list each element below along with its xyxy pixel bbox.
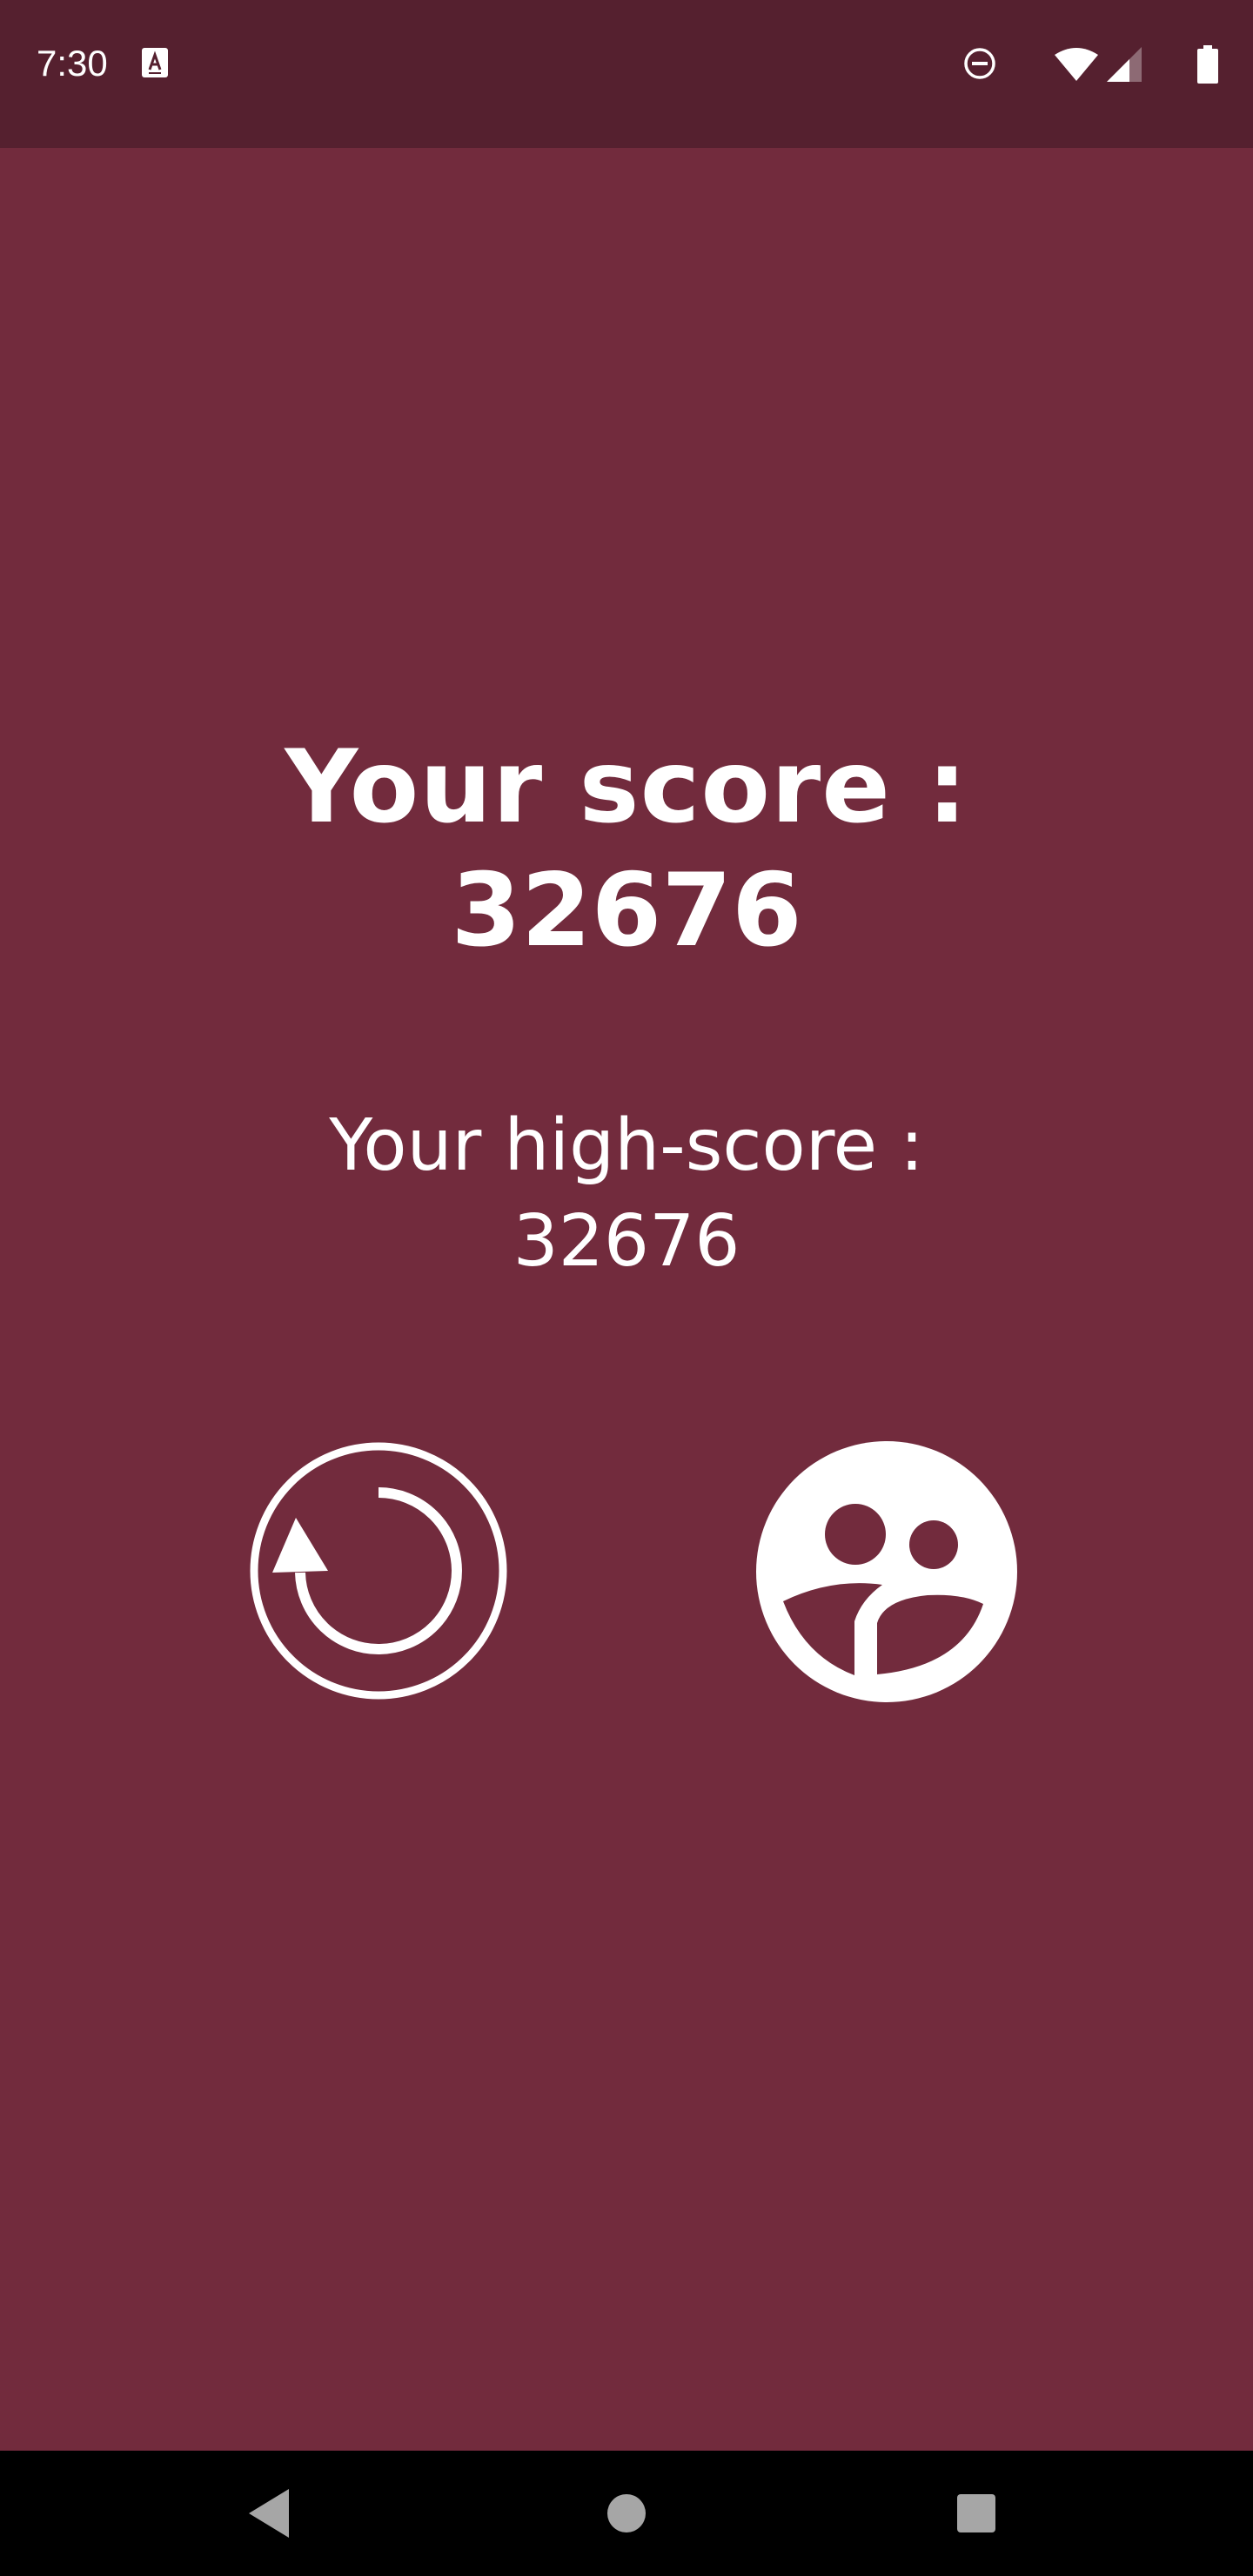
score-value: 32676	[451, 852, 802, 969]
leaderboard-button[interactable]	[754, 1439, 1020, 1705]
do-not-disturb-icon	[964, 48, 995, 79]
highscore-label: Your high-score :	[329, 1104, 924, 1187]
restart-button[interactable]	[248, 1440, 509, 1701]
restart-icon	[250, 1442, 507, 1700]
battery-icon	[1197, 45, 1218, 84]
a-notification-icon	[142, 48, 168, 77]
cellular-signal-icon	[1107, 47, 1142, 82]
home-icon[interactable]	[607, 2494, 646, 2532]
leaderboard-people-icon	[756, 1441, 1017, 1702]
status-bar: 7:30	[0, 0, 1253, 148]
highscore-value: 32676	[513, 1200, 740, 1283]
score-label: Your score :	[285, 728, 968, 846]
status-time: 7:30	[37, 43, 108, 84]
navigation-bar	[0, 2451, 1253, 2576]
wifi-icon	[1055, 48, 1098, 81]
recents-icon[interactable]	[957, 2494, 995, 2532]
back-icon[interactable]	[249, 2489, 294, 2538]
